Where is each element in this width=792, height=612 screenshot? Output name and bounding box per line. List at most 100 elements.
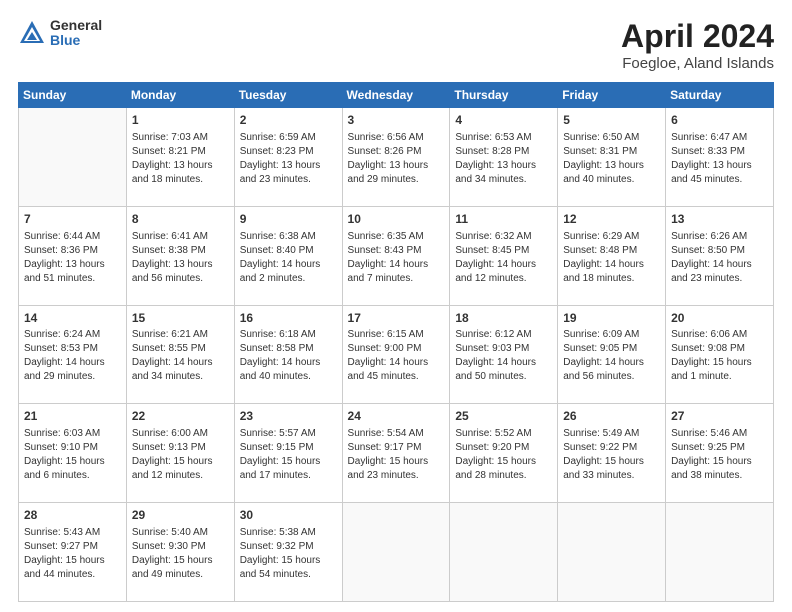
day-info: Sunrise: 6:41 AM Sunset: 8:38 PM Dayligh… bbox=[132, 230, 229, 286]
day-info: Sunrise: 6:35 AM Sunset: 8:43 PM Dayligh… bbox=[348, 230, 445, 286]
day-info: Sunrise: 6:24 AM Sunset: 8:53 PM Dayligh… bbox=[24, 328, 121, 384]
day-number: 26 bbox=[563, 408, 660, 425]
day-info: Sunrise: 6:38 AM Sunset: 8:40 PM Dayligh… bbox=[240, 230, 337, 286]
calendar-day-cell: 10 Sunrise: 6:35 AM Sunset: 8:43 PM Dayli… bbox=[342, 206, 450, 305]
calendar-day-header: Thursday bbox=[450, 83, 558, 108]
day-number: 22 bbox=[132, 408, 229, 425]
day-number: 2 bbox=[240, 112, 337, 129]
calendar-day-cell: 5 Sunrise: 6:50 AM Sunset: 8:31 PM Daylig… bbox=[558, 108, 666, 207]
day-number: 21 bbox=[24, 408, 121, 425]
day-number: 23 bbox=[240, 408, 337, 425]
day-info: Sunrise: 6:21 AM Sunset: 8:55 PM Dayligh… bbox=[132, 328, 229, 384]
day-number: 28 bbox=[24, 507, 121, 524]
day-info: Sunrise: 6:12 AM Sunset: 9:03 PM Dayligh… bbox=[455, 328, 552, 384]
day-number: 16 bbox=[240, 310, 337, 327]
day-info: Sunrise: 5:40 AM Sunset: 9:30 PM Dayligh… bbox=[132, 526, 229, 582]
calendar-day-cell: 23 Sunrise: 5:57 AM Sunset: 9:15 PM Dayli… bbox=[234, 404, 342, 503]
calendar-day-cell: 27Sunrise: 5:46 AM Sunset: 9:25 PM Dayli… bbox=[666, 404, 774, 503]
day-info: Sunrise: 6:44 AM Sunset: 8:36 PM Dayligh… bbox=[24, 230, 121, 286]
calendar-day-cell: 9 Sunrise: 6:38 AM Sunset: 8:40 PM Daylig… bbox=[234, 206, 342, 305]
day-info: Sunrise: 6:56 AM Sunset: 8:26 PM Dayligh… bbox=[348, 131, 445, 187]
calendar-day-cell: 20Sunrise: 6:06 AM Sunset: 9:08 PM Dayli… bbox=[666, 305, 774, 404]
calendar-day-cell bbox=[19, 108, 127, 207]
day-number: 4 bbox=[455, 112, 552, 129]
logo: General Blue bbox=[18, 18, 102, 49]
calendar-day-header: Friday bbox=[558, 83, 666, 108]
calendar-day-cell: 18Sunrise: 6:12 AM Sunset: 9:03 PM Dayli… bbox=[450, 305, 558, 404]
day-info: Sunrise: 5:54 AM Sunset: 9:17 PM Dayligh… bbox=[348, 427, 445, 483]
calendar-table: SundayMondayTuesdayWednesdayThursdayFrid… bbox=[18, 82, 774, 602]
calendar-day-cell bbox=[666, 503, 774, 602]
day-info: Sunrise: 7:03 AM Sunset: 8:21 PM Dayligh… bbox=[132, 131, 229, 187]
logo-text: General Blue bbox=[50, 18, 102, 49]
day-info: Sunrise: 6:59 AM Sunset: 8:23 PM Dayligh… bbox=[240, 131, 337, 187]
calendar-header-row: SundayMondayTuesdayWednesdayThursdayFrid… bbox=[19, 83, 774, 108]
day-info: Sunrise: 6:06 AM Sunset: 9:08 PM Dayligh… bbox=[671, 328, 768, 384]
day-number: 24 bbox=[348, 408, 445, 425]
day-info: Sunrise: 6:47 AM Sunset: 8:33 PM Dayligh… bbox=[671, 131, 768, 187]
calendar-day-cell: 11Sunrise: 6:32 AM Sunset: 8:45 PM Dayli… bbox=[450, 206, 558, 305]
day-number: 20 bbox=[671, 310, 768, 327]
day-number: 5 bbox=[563, 112, 660, 129]
calendar-day-cell bbox=[450, 503, 558, 602]
day-number: 6 bbox=[671, 112, 768, 129]
day-number: 18 bbox=[455, 310, 552, 327]
day-number: 29 bbox=[132, 507, 229, 524]
day-info: Sunrise: 6:03 AM Sunset: 9:10 PM Dayligh… bbox=[24, 427, 121, 483]
calendar-week-row: 14Sunrise: 6:24 AM Sunset: 8:53 PM Dayli… bbox=[19, 305, 774, 404]
day-number: 13 bbox=[671, 211, 768, 228]
day-info: Sunrise: 5:52 AM Sunset: 9:20 PM Dayligh… bbox=[455, 427, 552, 483]
day-number: 19 bbox=[563, 310, 660, 327]
calendar-day-cell: 12Sunrise: 6:29 AM Sunset: 8:48 PM Dayli… bbox=[558, 206, 666, 305]
day-number: 14 bbox=[24, 310, 121, 327]
calendar-day-cell: 16Sunrise: 6:18 AM Sunset: 8:58 PM Dayli… bbox=[234, 305, 342, 404]
day-number: 10 bbox=[348, 211, 445, 228]
subtitle: Foegloe, Aland Islands bbox=[621, 55, 774, 72]
calendar-day-cell: 21 Sunrise: 6:03 AM Sunset: 9:10 PM Dayli… bbox=[19, 404, 127, 503]
title-block: April 2024 Foegloe, Aland Islands bbox=[621, 18, 774, 72]
calendar-day-cell: 19Sunrise: 6:09 AM Sunset: 9:05 PM Dayli… bbox=[558, 305, 666, 404]
calendar-day-cell: 15Sunrise: 6:21 AM Sunset: 8:55 PM Dayli… bbox=[126, 305, 234, 404]
day-number: 9 bbox=[240, 211, 337, 228]
calendar-day-header: Saturday bbox=[666, 83, 774, 108]
day-info: Sunrise: 5:43 AM Sunset: 9:27 PM Dayligh… bbox=[24, 526, 121, 582]
day-number: 17 bbox=[348, 310, 445, 327]
calendar-week-row: 1 Sunrise: 7:03 AM Sunset: 8:21 PM Daylig… bbox=[19, 108, 774, 207]
calendar-day-cell: 6 Sunrise: 6:47 AM Sunset: 8:33 PM Daylig… bbox=[666, 108, 774, 207]
day-info: Sunrise: 6:29 AM Sunset: 8:48 PM Dayligh… bbox=[563, 230, 660, 286]
calendar-day-header: Sunday bbox=[19, 83, 127, 108]
calendar-day-cell: 29 Sunrise: 5:40 AM Sunset: 9:30 PM Dayli… bbox=[126, 503, 234, 602]
logo-blue: Blue bbox=[50, 33, 102, 48]
day-info: Sunrise: 6:18 AM Sunset: 8:58 PM Dayligh… bbox=[240, 328, 337, 384]
calendar-day-cell: 28 Sunrise: 5:43 AM Sunset: 9:27 PM Dayli… bbox=[19, 503, 127, 602]
day-info: Sunrise: 5:46 AM Sunset: 9:25 PM Dayligh… bbox=[671, 427, 768, 483]
logo-icon bbox=[18, 19, 46, 47]
calendar-week-row: 28 Sunrise: 5:43 AM Sunset: 9:27 PM Dayli… bbox=[19, 503, 774, 602]
calendar-week-row: 7 Sunrise: 6:44 AM Sunset: 8:36 PM Daylig… bbox=[19, 206, 774, 305]
day-number: 8 bbox=[132, 211, 229, 228]
calendar-day-header: Wednesday bbox=[342, 83, 450, 108]
day-number: 1 bbox=[132, 112, 229, 129]
calendar-day-cell: 13Sunrise: 6:26 AM Sunset: 8:50 PM Dayli… bbox=[666, 206, 774, 305]
calendar-day-cell: 4 Sunrise: 6:53 AM Sunset: 8:28 PM Daylig… bbox=[450, 108, 558, 207]
day-info: Sunrise: 5:57 AM Sunset: 9:15 PM Dayligh… bbox=[240, 427, 337, 483]
calendar-day-cell: 25 Sunrise: 5:52 AM Sunset: 9:20 PM Dayli… bbox=[450, 404, 558, 503]
day-info: Sunrise: 6:50 AM Sunset: 8:31 PM Dayligh… bbox=[563, 131, 660, 187]
calendar-day-cell: 17Sunrise: 6:15 AM Sunset: 9:00 PM Dayli… bbox=[342, 305, 450, 404]
calendar-day-cell: 3Sunrise: 6:56 AM Sunset: 8:26 PM Daylig… bbox=[342, 108, 450, 207]
day-info: Sunrise: 6:53 AM Sunset: 8:28 PM Dayligh… bbox=[455, 131, 552, 187]
day-info: Sunrise: 6:15 AM Sunset: 9:00 PM Dayligh… bbox=[348, 328, 445, 384]
header: General Blue April 2024 Foegloe, Aland I… bbox=[18, 18, 774, 72]
day-number: 25 bbox=[455, 408, 552, 425]
day-info: Sunrise: 6:00 AM Sunset: 9:13 PM Dayligh… bbox=[132, 427, 229, 483]
day-number: 30 bbox=[240, 507, 337, 524]
day-info: Sunrise: 5:49 AM Sunset: 9:22 PM Dayligh… bbox=[563, 427, 660, 483]
calendar-day-cell: 22 Sunrise: 6:00 AM Sunset: 9:13 PM Dayli… bbox=[126, 404, 234, 503]
day-info: Sunrise: 6:09 AM Sunset: 9:05 PM Dayligh… bbox=[563, 328, 660, 384]
calendar-day-cell: 8 Sunrise: 6:41 AM Sunset: 8:38 PM Daylig… bbox=[126, 206, 234, 305]
calendar-week-row: 21 Sunrise: 6:03 AM Sunset: 9:10 PM Dayli… bbox=[19, 404, 774, 503]
day-info: Sunrise: 6:32 AM Sunset: 8:45 PM Dayligh… bbox=[455, 230, 552, 286]
day-number: 7 bbox=[24, 211, 121, 228]
calendar-day-cell bbox=[342, 503, 450, 602]
calendar-day-cell: 1 Sunrise: 7:03 AM Sunset: 8:21 PM Daylig… bbox=[126, 108, 234, 207]
